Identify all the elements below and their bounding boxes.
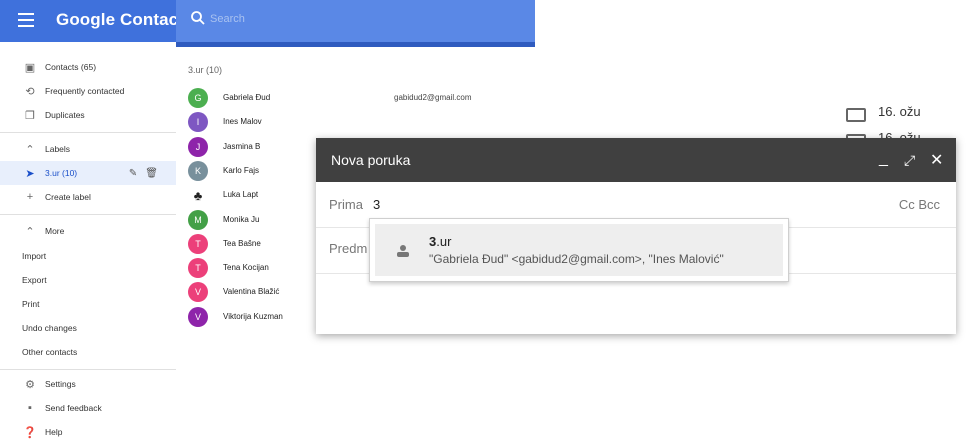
search-placeholder: Search: [210, 13, 245, 25]
sidebar: ▣ Contacts (65) ⟲ Frequently contacted ❐…: [0, 47, 177, 439]
copy-icon: ❐: [25, 109, 35, 122]
search-icon: [191, 11, 205, 25]
contact-name: Karlo Fajs: [223, 165, 260, 175]
avatar: J: [188, 136, 208, 157]
expand-icon[interactable]: ⤢: [904, 152, 915, 169]
sidebar-item-help[interactable]: ❓ Help: [0, 420, 176, 444]
sidebar-item-label: Contacts (65): [45, 62, 97, 72]
avatar: K: [188, 160, 208, 181]
help-icon: ❓: [23, 426, 37, 439]
sidebar-item-label: Import: [22, 251, 47, 261]
sidebar-item-label: Export: [22, 275, 47, 285]
sidebar-item-label: Print: [22, 299, 40, 309]
contact-name: Ines Malov: [223, 117, 262, 127]
sidebar-item-label: Duplicates: [45, 110, 85, 120]
menu-icon[interactable]: [18, 13, 34, 27]
gear-icon: ⚙: [25, 378, 35, 391]
label-tools: ✎ 🗑: [129, 168, 158, 179]
sidebar-item-label: Settings: [45, 379, 76, 389]
sidebar-item-label: Create label: [45, 192, 91, 202]
contact-name: Gabriela Đud: [223, 93, 271, 102]
sidebar-item-label: Undo changes: [22, 323, 77, 333]
contact-name: Viktorija Kuzman: [223, 311, 283, 321]
sidebar-item-label: Other contacts: [22, 347, 78, 357]
sidebar-item-export[interactable]: Export: [0, 268, 176, 292]
sidebar-section-more[interactable]: ⌃ More: [0, 219, 176, 243]
chevron-up-icon: ⌃: [25, 225, 35, 238]
contact-name: Luka Lapt: [223, 190, 259, 200]
contact-name: Tea Bašne: [223, 238, 261, 248]
close-icon[interactable]: ✕: [930, 150, 943, 170]
mail-icon: [846, 108, 866, 122]
sidebar-item-label: Help: [45, 427, 63, 437]
contact-name: Tena Kocijan: [223, 263, 269, 273]
contact-email: gabidud2@gmail.com: [394, 93, 472, 102]
avatar: T: [188, 233, 208, 254]
app-title: Google Contacts: [56, 10, 194, 29]
contact-name: Jasmina B: [223, 141, 261, 151]
sidebar-item-frequently[interactable]: ⟲ Frequently contacted: [0, 79, 176, 103]
list-header: 3.ur (10): [188, 65, 223, 75]
delete-icon[interactable]: 🗑: [145, 168, 158, 179]
sidebar-item-settings[interactable]: ⚙ Settings: [0, 372, 176, 396]
feedback-icon: ▪: [28, 402, 32, 414]
plus-icon: +: [26, 191, 34, 203]
contact-name: Valentina Blažić: [223, 287, 280, 297]
sidebar-item-duplicates[interactable]: ❐ Duplicates: [0, 103, 176, 127]
suggestion-members: "Gabriela Đud" <gabidud2@gmail.com>, "In…: [429, 252, 724, 266]
minimize-icon[interactable]: _: [879, 150, 888, 168]
sidebar-divider: [0, 369, 176, 370]
sidebar-item-label-3ur[interactable]: ➤ 3.ur (10) ✎ 🗑: [0, 161, 176, 185]
sidebar-divider: [0, 214, 176, 215]
sidebar-item-label: Send feedback: [45, 403, 102, 413]
edit-icon[interactable]: ✎: [129, 168, 137, 179]
sidebar-item-other-contacts[interactable]: Other contacts: [0, 340, 176, 364]
autocomplete-dropdown: 3.ur "Gabriela Đud" <gabidud2@gmail.com>…: [369, 218, 789, 282]
to-input[interactable]: 3: [373, 197, 380, 212]
suggestion-title: 3.ur: [429, 234, 452, 249]
sidebar-divider: [0, 132, 176, 133]
history-icon: ⟲: [25, 85, 35, 98]
group-icon: [390, 238, 416, 264]
sidebar-item-label: Frequently contacted: [45, 86, 125, 96]
compose-title: Nova poruka: [331, 152, 411, 168]
avatar: M: [188, 209, 208, 230]
sidebar-item-label: More: [45, 226, 65, 236]
app-bar: Google Contacts Search: [0, 0, 535, 42]
avatar: I: [188, 112, 208, 133]
avatar: V: [188, 282, 208, 303]
label-icon: ➤: [25, 167, 35, 180]
sidebar-item-feedback[interactable]: ▪ Send feedback: [0, 396, 176, 420]
avatar: T: [188, 258, 208, 279]
sidebar-item-import[interactable]: Import: [0, 244, 176, 268]
list-item[interactable]: G Gabriela Đud gabidud2@gmail.com: [176, 86, 535, 110]
contact-name: Monika Ju: [223, 214, 260, 224]
subject-label: Predm: [329, 241, 368, 256]
date-label: 16. ožu: [878, 104, 921, 119]
contacts-icon: ▣: [24, 61, 36, 74]
cc-bcc-links[interactable]: Cc Bcc: [899, 197, 940, 212]
sidebar-item-label: Labels: [45, 144, 71, 154]
compose-header: Nova poruka _ ⤢ ✕: [316, 138, 956, 182]
autocomplete-item[interactable]: 3.ur "Gabriela Đud" <gabidud2@gmail.com>…: [375, 224, 783, 276]
avatar: G: [188, 88, 208, 108]
sidebar-item-contacts[interactable]: ▣ Contacts (65): [0, 55, 176, 79]
sidebar-item-undo[interactable]: Undo changes: [0, 316, 176, 340]
list-item[interactable]: I Ines Malov: [176, 110, 535, 134]
avatar: ♣: [188, 185, 208, 206]
create-label-button[interactable]: + Create label: [0, 185, 176, 209]
chevron-up-icon: ⌃: [25, 143, 35, 156]
sidebar-section-labels[interactable]: ⌃ Labels: [0, 137, 176, 161]
to-label: Prima: [329, 197, 363, 212]
sidebar-item-label: 3.ur (10): [45, 168, 78, 178]
sidebar-item-print[interactable]: Print: [0, 292, 176, 316]
avatar: V: [188, 306, 208, 327]
